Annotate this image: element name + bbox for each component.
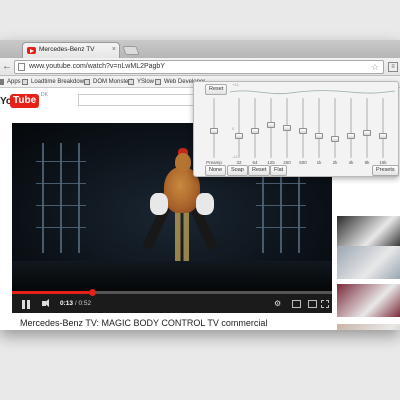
miniplayer-icon[interactable] [292, 300, 301, 308]
slider-track [238, 98, 240, 158]
bookmark-page-icon [84, 79, 90, 85]
new-tab-button[interactable] [122, 46, 140, 55]
band-slider-8k[interactable] [363, 98, 371, 158]
slider-knob[interactable] [379, 133, 387, 140]
bookmark-star-icon[interactable]: ☆ [371, 61, 379, 73]
bookmark-label: YSlow [137, 79, 155, 85]
preset-soap-button[interactable]: Soap [227, 165, 248, 176]
bookmark-page-icon [128, 79, 134, 85]
related-video-thumbnail[interactable] [337, 216, 400, 249]
band-slider-250[interactable] [283, 98, 291, 158]
progress-fill [12, 291, 92, 294]
eq-reset-button[interactable]: Reset [205, 84, 228, 95]
logo-tube: Tube [10, 94, 40, 108]
equalizer-panel: Reset +12 0 -12 32 64 125 250 500 1k 2k 4k 8k 16k… [193, 81, 399, 177]
volume-icon[interactable] [42, 299, 49, 307]
bookmark-page-icon [155, 79, 161, 85]
player-controls: 0:13 / 0:52 ⚙ [12, 289, 332, 313]
band-slider-32[interactable] [235, 98, 243, 158]
time-total: / 0:52 [74, 300, 92, 307]
slider-track [366, 98, 368, 158]
band-slider-500[interactable] [299, 98, 307, 158]
related-video-thumbnail[interactable] [337, 246, 400, 279]
slider-knob[interactable] [210, 127, 218, 134]
slider-knob[interactable] [267, 122, 275, 129]
slider-knob[interactable] [315, 133, 323, 140]
slider-track [350, 98, 352, 158]
back-icon[interactable]: ← [2, 61, 12, 73]
slider-track [334, 98, 336, 158]
related-video-thumbnail[interactable] [337, 324, 400, 330]
bookmark-loadtime[interactable]: Loadtime Breakdown [22, 76, 87, 88]
youtube-search-input[interactable] [78, 94, 198, 106]
address-url: www.youtube.com/watch?v=nLwML2PagbY [29, 63, 165, 70]
related-video-thumbnail[interactable] [337, 284, 400, 317]
fullscreen-icon[interactable] [321, 300, 329, 308]
locale-label: DK [41, 92, 48, 98]
presets-button[interactable]: Presets [372, 165, 399, 176]
tick-mid: 0 [232, 126, 235, 131]
tab-title: Mercedes-Benz TV [39, 46, 95, 53]
band-slider-125[interactable] [267, 98, 275, 158]
slider-knob[interactable] [299, 127, 307, 134]
apps-icon [0, 79, 4, 85]
tick-top: +12 [232, 82, 239, 87]
tab-close-icon[interactable]: × [112, 43, 116, 57]
tab-strip: Mercedes-Benz TV × [0, 40, 400, 58]
slider-knob[interactable] [331, 135, 339, 142]
progress-scrubber[interactable] [89, 289, 96, 296]
tab-youtube[interactable]: Mercedes-Benz TV × [22, 42, 120, 58]
settings-icon[interactable]: ⚙ [274, 299, 281, 309]
progress-bar[interactable] [12, 289, 332, 296]
preset-reset-button[interactable]: Reset [248, 165, 271, 176]
address-bar[interactable]: www.youtube.com/watch?v=nLwML2PagbY ☆ [14, 60, 384, 74]
slider-knob[interactable] [251, 127, 259, 134]
eq-curve [230, 90, 395, 95]
preset-none-button[interactable]: None [205, 165, 227, 176]
band-slider-16k[interactable] [379, 98, 387, 158]
time-display: 0:13 / 0:52 [60, 300, 91, 307]
slider-knob[interactable] [363, 130, 371, 137]
bookmark-label: DOM Monster! [93, 79, 133, 85]
pause-icon[interactable] [22, 300, 30, 309]
band-slider-2k[interactable] [331, 98, 339, 158]
bookmark-label: Apps [7, 79, 21, 85]
youtube-logo[interactable]: You Tube [0, 94, 40, 108]
bookmark-apps[interactable]: Apps [0, 76, 21, 88]
video-title: Mercedes-Benz TV: MAGIC BODY CONTROL TV … [20, 318, 268, 328]
bookmark-page-icon [22, 79, 28, 85]
band-slider-1k[interactable] [315, 98, 323, 158]
preset-flat-button[interactable]: Flat [270, 165, 288, 176]
glove-left [150, 193, 168, 215]
band-slider-4k[interactable] [347, 98, 355, 158]
menu-icon[interactable]: ≡ [388, 62, 398, 72]
slider-knob[interactable] [347, 133, 355, 140]
bookmark-yslow[interactable]: YSlow [128, 76, 154, 88]
youtube-favicon-icon [27, 47, 36, 54]
slider-track [382, 98, 384, 158]
slider-knob[interactable] [235, 133, 243, 140]
time-current: 0:13 [60, 300, 74, 307]
preamp-slider[interactable] [210, 98, 218, 158]
page-icon [18, 63, 25, 71]
band-slider-64[interactable] [251, 98, 259, 158]
bookmark-label: Loadtime Breakdown [31, 79, 88, 85]
slider-track [318, 98, 320, 158]
bookmark-dom-monster[interactable]: DOM Monster! [84, 76, 132, 88]
slider-knob[interactable] [283, 125, 291, 131]
glove-right [196, 193, 214, 215]
browser-toolbar: ← www.youtube.com/watch?v=nLwML2PagbY ☆ … [0, 58, 400, 76]
theater-icon[interactable] [308, 300, 317, 308]
